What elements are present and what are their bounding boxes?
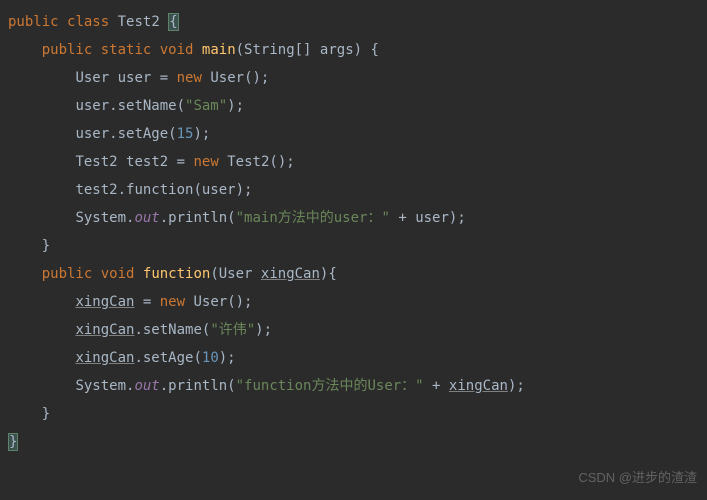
class-name: Test2 — [118, 14, 160, 30]
keyword-void: void — [160, 42, 194, 58]
method-main: main — [202, 42, 236, 58]
keyword-public: public — [42, 266, 93, 282]
keyword-public: public — [8, 14, 59, 30]
code-line: public void function(User xingCan){ — [8, 266, 337, 282]
code-line: } — [8, 433, 18, 451]
code-line: System.out.println("function方法中的User：" +… — [8, 378, 525, 394]
call: .setName( — [109, 98, 185, 114]
code-line: user.setAge(15); — [8, 126, 210, 142]
var: user — [118, 70, 152, 86]
keyword-new: new — [177, 70, 202, 86]
field-out: out — [134, 378, 159, 394]
param-xingcan: xingCan — [261, 266, 320, 282]
var-xingcan: xingCan — [75, 294, 134, 310]
code-line: public static void main(String[] args) { — [8, 42, 379, 58]
var-xingcan: xingCan — [75, 350, 134, 366]
watermark-text: CSDN @进步的渣渣 — [578, 464, 697, 492]
keyword-class: class — [67, 14, 109, 30]
code-line: Test2 test2 = new Test2(); — [8, 154, 295, 170]
obj: test2 — [75, 182, 117, 198]
keyword-public: public — [42, 42, 93, 58]
code-line: System.out.println("main方法中的user：" + use… — [8, 210, 466, 226]
code-line: xingCan.setAge(10); — [8, 350, 236, 366]
keyword-static: static — [101, 42, 152, 58]
code-line: xingCan = new User(); — [8, 294, 253, 310]
field-out: out — [134, 210, 159, 226]
keyword-new: new — [160, 294, 185, 310]
string-literal: "main方法中的user：" — [236, 210, 390, 226]
cls-ref: System — [75, 210, 126, 226]
cls-ref: System — [75, 378, 126, 394]
code-editor[interactable]: public class Test2 { public static void … — [0, 0, 707, 456]
brace-close: } — [42, 238, 50, 254]
call: .function(user); — [118, 182, 253, 198]
keyword-new: new — [194, 154, 219, 170]
string-literal: "Sam" — [185, 98, 227, 114]
ctor: Test2 — [227, 154, 269, 170]
brace-close: } — [42, 406, 50, 422]
number-literal: 15 — [177, 126, 194, 142]
params: (String[] args) { — [236, 42, 379, 58]
code-line: test2.function(user); — [8, 182, 252, 198]
ctor: User — [210, 70, 244, 86]
var-xingcan: xingCan — [75, 322, 134, 338]
string-literal: "许伟" — [210, 322, 255, 338]
code-line: public class Test2 { — [8, 13, 179, 31]
code-line: xingCan.setName("许伟"); — [8, 322, 272, 338]
type: User — [75, 70, 109, 86]
code-line: user.setName("Sam"); — [8, 98, 244, 114]
var-xingcan: xingCan — [449, 378, 508, 394]
var: test2 — [126, 154, 168, 170]
keyword-void: void — [101, 266, 135, 282]
number-literal: 10 — [202, 350, 219, 366]
obj: user — [75, 126, 109, 142]
call: .setAge( — [109, 126, 176, 142]
code-line: User user = new User(); — [8, 70, 269, 86]
obj: user — [75, 98, 109, 114]
string-literal: "function方法中的User：" — [236, 378, 424, 394]
code-line: } — [8, 406, 50, 422]
brace-open-highlight: { — [168, 13, 178, 31]
method-function: function — [143, 266, 210, 282]
concat: + user); — [390, 210, 466, 226]
type: Test2 — [75, 154, 117, 170]
code-line: } — [8, 238, 50, 254]
brace-close-highlight: } — [8, 433, 18, 451]
